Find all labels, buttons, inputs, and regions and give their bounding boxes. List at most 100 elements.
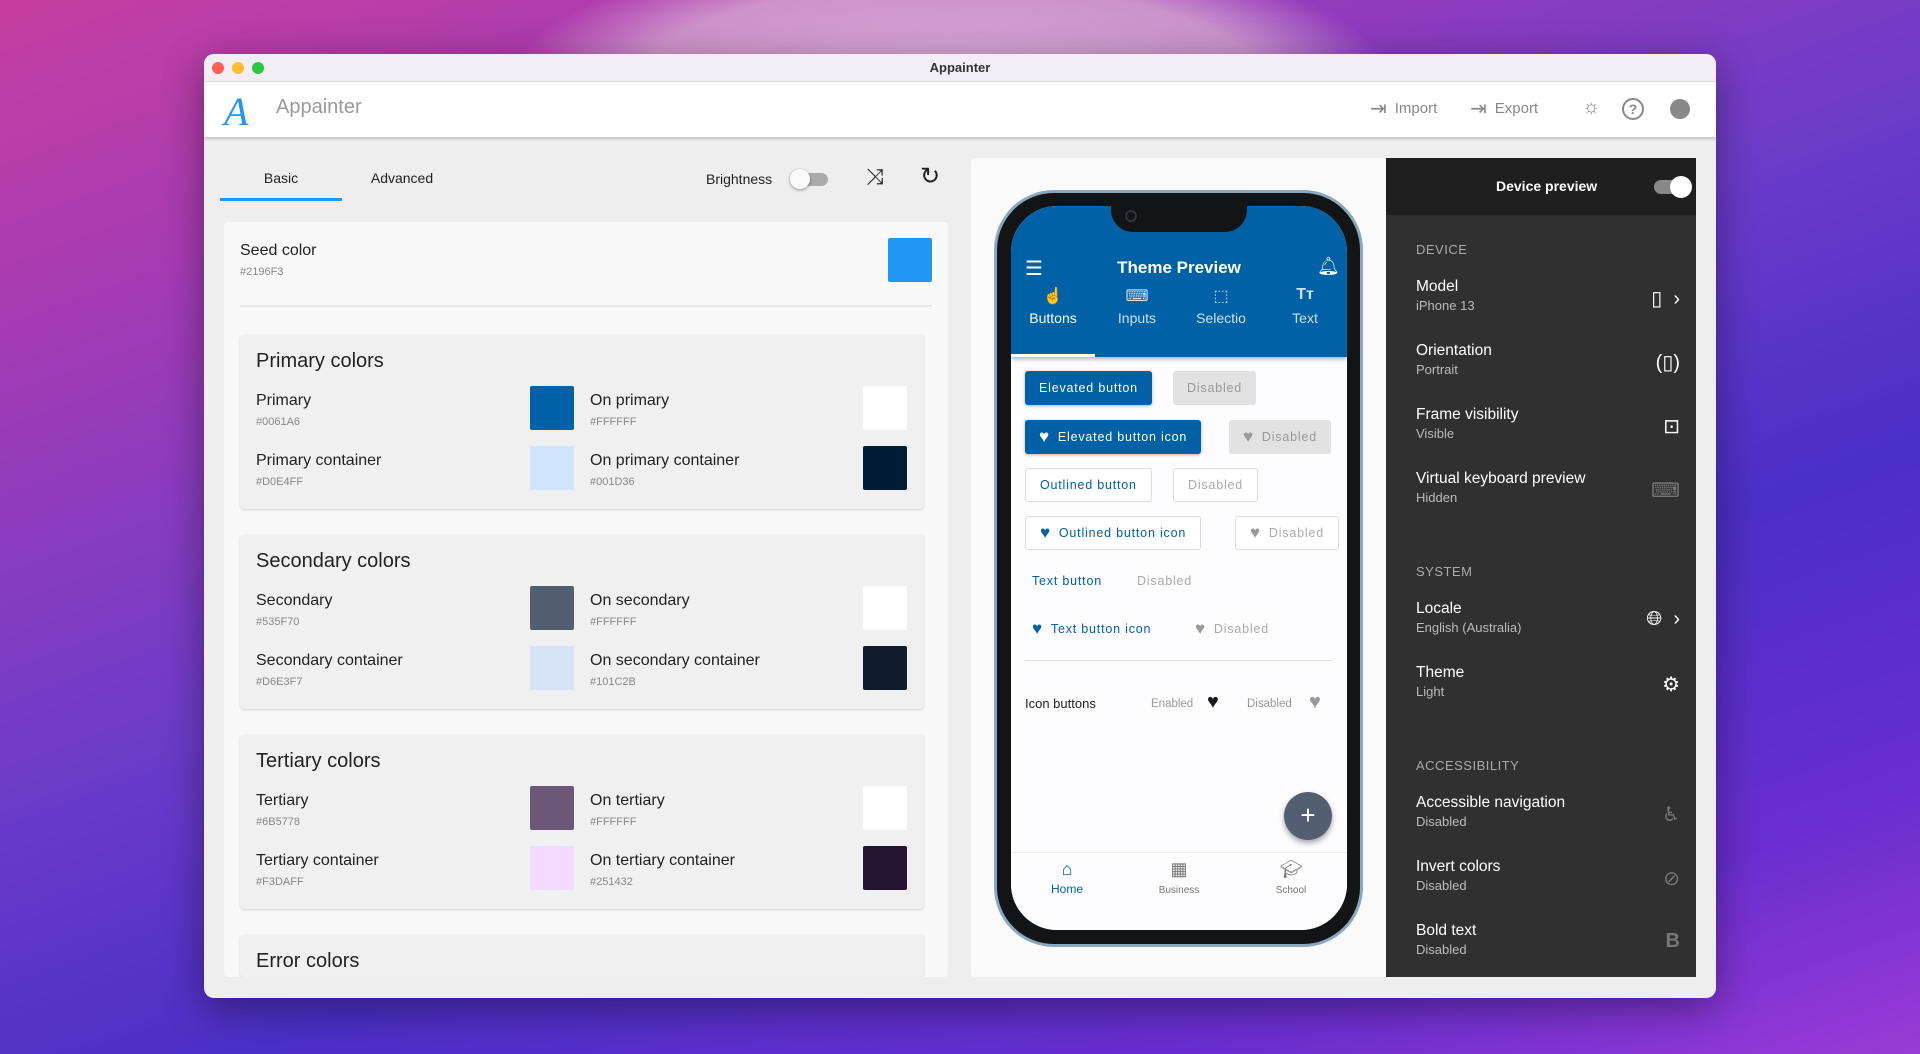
color-label: On tertiary container <box>590 852 735 869</box>
frame-icon: ⊡ <box>1663 416 1680 438</box>
outlined-button-disabled: Disabled <box>1173 468 1259 502</box>
color-group-title: Secondary colors <box>256 550 411 572</box>
color-swatch[interactable] <box>863 386 907 430</box>
button-label: Disabled <box>1137 574 1193 588</box>
screen-rotation-icon: (▯) <box>1655 352 1680 374</box>
setting-value: Disabled <box>1416 878 1467 893</box>
button-label: Disabled <box>1188 478 1244 492</box>
setting-value: Hidden <box>1416 490 1458 505</box>
keyboard-icon: ⌨ <box>1125 288 1149 305</box>
heart-icon: ♥ <box>1250 523 1261 542</box>
nav-home[interactable]: ⌂ Home <box>1011 859 1123 898</box>
github-icon[interactable] <box>1670 99 1690 119</box>
text-button-icon[interactable]: ♥ Text button icon <box>1018 612 1165 646</box>
help-icon[interactable]: ? <box>1622 98 1644 120</box>
color-swatch[interactable] <box>530 386 574 430</box>
color-swatch[interactable] <box>530 786 574 830</box>
device-setting-item[interactable]: Orientation Portrait (▯) <box>1386 336 1696 396</box>
color-group-title: Tertiary colors <box>256 750 381 772</box>
color-swatch[interactable] <box>863 786 907 830</box>
nav-label: Business <box>1158 885 1200 896</box>
maximize-window-button[interactable] <box>252 62 264 74</box>
device-setting-item[interactable]: Frame visibility Visible ⊡ <box>1386 400 1696 460</box>
import-button[interactable]: ⇥ Import <box>1370 96 1437 121</box>
elevated-button-icon[interactable]: ♥ Elevated button icon <box>1025 420 1202 454</box>
outlined-button-icon-disabled: ♥ Disabled <box>1235 516 1339 550</box>
device-preview-panel: Device preview DEVICE Model iPhone 13 ▯ › O… <box>1386 158 1696 977</box>
nav-school[interactable]: 🎓︎ School <box>1235 859 1347 898</box>
divider <box>1025 660 1333 661</box>
color-swatch[interactable] <box>863 646 907 690</box>
tab-selection[interactable]: ⬚ Selectio <box>1179 286 1263 326</box>
seed-color-swatch[interactable] <box>888 238 932 282</box>
school-icon: 🎓︎ <box>1279 859 1303 879</box>
tab-inputs[interactable]: ⌨ Inputs <box>1095 286 1179 326</box>
setting-value: Disabled <box>1416 942 1467 957</box>
color-swatch[interactable] <box>863 446 907 490</box>
text-button[interactable]: Text button <box>1018 564 1116 598</box>
export-icon: ⇥ <box>1470 98 1487 120</box>
tab-text[interactable]: Tт Text <box>1263 286 1347 326</box>
brightness-toggle[interactable] <box>790 169 828 189</box>
heart-icon-button-disabled: ♥ <box>1309 691 1321 713</box>
reset-icon[interactable]: ↻ <box>920 162 940 191</box>
color-swatch[interactable] <box>530 846 574 890</box>
title-bar: Appainter <box>204 54 1716 82</box>
device-setting-item[interactable]: Virtual keyboard preview Hidden ⌨ <box>1386 464 1696 524</box>
color-label: Primary container <box>256 452 382 469</box>
phone-screen: ☰ Theme Preview 🔔︎ ☝ Buttons ⌨ Inputs ⬚ Sel… <box>1011 206 1347 930</box>
keyboard-icon: ⌨ <box>1651 480 1680 502</box>
color-group-card: Error colors <box>240 934 924 977</box>
heart-icon: ♥ <box>1032 619 1043 638</box>
device-setting-item[interactable]: Theme Light ⚙ <box>1386 658 1696 718</box>
app-header: A Appainter ⇥ Import ⇥ Export ☼ ? <box>204 82 1716 137</box>
brightness-icon[interactable]: ☼ <box>1582 96 1600 119</box>
color-swatch[interactable] <box>863 586 907 630</box>
device-setting-item[interactable]: Locale English (Australia) 🌐︎ › <box>1386 594 1696 654</box>
color-hex: #D6E3F7 <box>256 676 303 688</box>
tab-label: Buttons <box>1029 310 1077 326</box>
chevron-right-icon: › <box>1673 608 1680 630</box>
nav-business[interactable]: ▦ Business <box>1123 859 1235 898</box>
heart-icon-button[interactable]: ♥ <box>1207 691 1219 714</box>
close-window-button[interactable] <box>212 62 224 74</box>
color-hex: #251432 <box>590 876 633 888</box>
app-name: Appainter <box>276 96 362 118</box>
section-header: SYSTEM <box>1416 564 1473 579</box>
section-header: DEVICE <box>1416 242 1468 257</box>
color-swatch[interactable] <box>530 586 574 630</box>
color-group-title: Error colors <box>256 950 360 972</box>
color-label: Secondary <box>256 592 333 609</box>
notifications-icon[interactable]: 🔔︎ <box>1317 256 1340 277</box>
export-button[interactable]: ⇥ Export <box>1470 96 1538 121</box>
minimize-window-button[interactable] <box>232 62 244 74</box>
setting-label: Virtual keyboard preview <box>1416 470 1586 487</box>
fab-add-button[interactable]: + <box>1284 792 1332 840</box>
seed-color-label: Seed color <box>240 242 317 259</box>
button-label: Text button icon <box>1050 622 1152 636</box>
add-icon: + <box>1300 800 1316 830</box>
elevated-button[interactable]: Elevated button <box>1025 371 1152 405</box>
device-setting-item[interactable]: Bold text Disabled B <box>1386 916 1696 976</box>
device-setting-item[interactable]: Model iPhone 13 ▯ › <box>1386 272 1696 332</box>
phone-icon: ▯ <box>1651 288 1663 310</box>
device-setting-item[interactable]: Invert colors Disabled ⊘ <box>1386 852 1696 912</box>
business-icon: ▦ <box>1170 859 1188 879</box>
accessible-icon: ♿︎ <box>1662 804 1680 826</box>
color-label: On tertiary <box>590 792 665 809</box>
color-hex: #6B5778 <box>256 816 301 828</box>
color-swatch[interactable] <box>530 446 574 490</box>
color-swatch[interactable] <box>530 646 574 690</box>
tab-buttons[interactable]: ☝ Buttons <box>1011 286 1095 326</box>
tab-advanced[interactable]: Advanced <box>344 170 460 186</box>
color-label: On primary <box>590 392 670 409</box>
device-setting-item[interactable]: Accessible navigation Disabled ♿︎ <box>1386 788 1696 848</box>
shuffle-icon[interactable]: ⤨ <box>866 164 884 190</box>
outlined-button[interactable]: Outlined button <box>1025 468 1152 502</box>
button-label: Elevated button icon <box>1057 430 1188 444</box>
outlined-button-icon[interactable]: ♥ Outlined button icon <box>1025 516 1202 550</box>
tab-basic-label: Basic <box>263 170 299 186</box>
tab-basic[interactable]: Basic <box>220 170 342 186</box>
device-preview-toggle[interactable] <box>1654 176 1692 198</box>
color-swatch[interactable] <box>863 846 907 890</box>
